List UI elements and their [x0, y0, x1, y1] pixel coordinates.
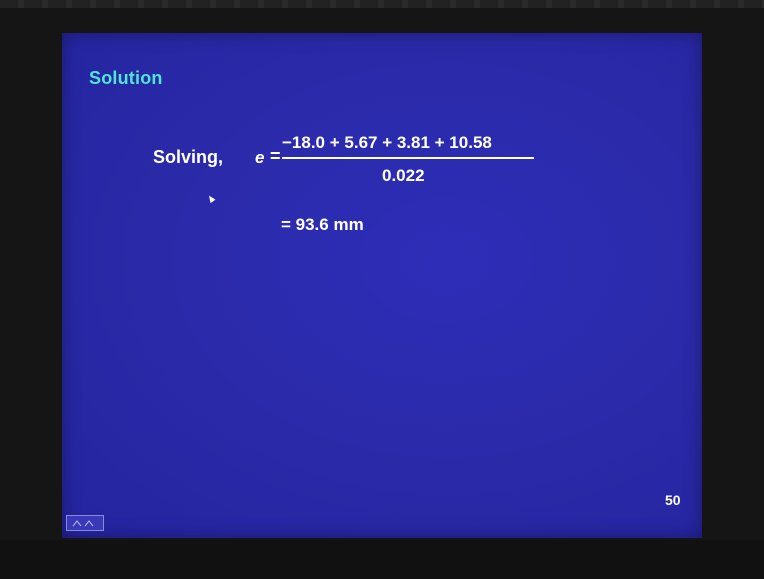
- presentation-slide: Solution Solving, e = −18.0 + 5.67 + 3.8…: [62, 33, 702, 538]
- slide-heading: Solution: [89, 68, 163, 88]
- mouse-pointer-icon: [206, 193, 216, 204]
- equation-numerator: −18.0 + 5.67 + 3.81 + 10.58: [282, 133, 492, 152]
- equation-denominator: 0.022: [382, 166, 425, 185]
- slide-navigation-icon[interactable]: [66, 515, 104, 531]
- equation-result: = 93.6 mm: [281, 215, 364, 234]
- slide-page-number: 50: [665, 492, 681, 508]
- solving-label: Solving,: [153, 147, 224, 167]
- equation-equals-sign: =: [270, 146, 281, 166]
- top-strip: [0, 0, 764, 8]
- equation-variable: e: [255, 148, 265, 167]
- video-frame: Solution Solving, e = −18.0 + 5.67 + 3.8…: [0, 0, 764, 579]
- fraction-bar: [282, 157, 534, 159]
- bottom-band: [0, 540, 764, 579]
